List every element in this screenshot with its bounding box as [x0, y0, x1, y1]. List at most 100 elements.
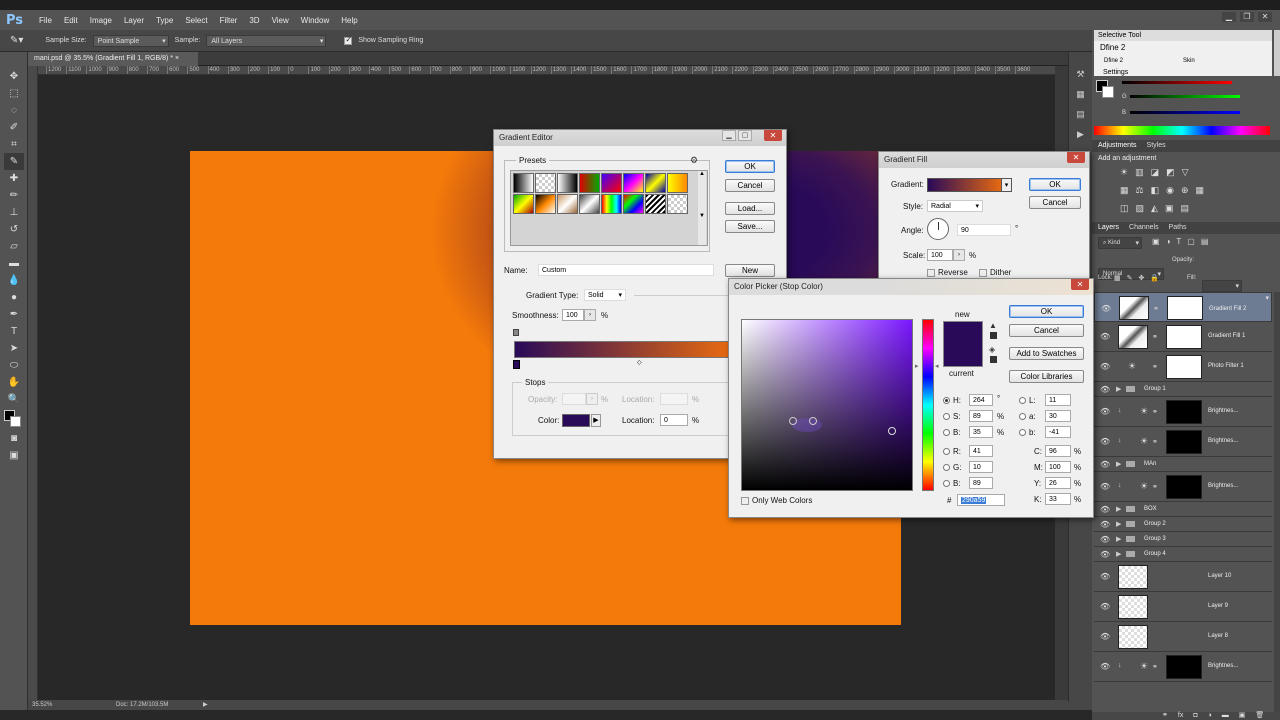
web-safe-swatch[interactable] — [990, 356, 997, 363]
layer-mask-thumbnail[interactable] — [1166, 325, 1202, 349]
paths-tab[interactable]: Paths — [1169, 222, 1187, 234]
visibility-eye-icon[interactable]: 👁 — [1100, 520, 1110, 529]
ge-minimize-icon[interactable]: ▁ — [722, 130, 736, 141]
history-brush-icon[interactable]: ↺ — [4, 221, 24, 238]
visibility-eye-icon[interactable]: 👁 — [1100, 535, 1110, 544]
gf-reverse-checkbox[interactable] — [927, 269, 935, 277]
preset-swatch[interactable] — [557, 194, 578, 214]
layer-mask-thumbnail[interactable] — [1166, 655, 1202, 679]
k-input[interactable]: 33 — [1045, 493, 1071, 505]
b-input[interactable]: 35 — [969, 426, 993, 438]
h-radio[interactable] — [943, 397, 950, 404]
dfine-tab[interactable]: Dfine 2 — [1104, 58, 1123, 64]
opacity-field[interactable] — [1202, 280, 1242, 292]
cp-cancel-button[interactable]: Cancel — [1009, 324, 1084, 337]
cp-close-icon[interactable]: ✕ — [1071, 279, 1089, 290]
eyedropper-tool-icon[interactable]: ✎ — [4, 153, 24, 170]
layer-row[interactable]: 👁 ☀ ⚭ Photo Filter 1 — [1094, 352, 1272, 382]
ge-opacity-location-input[interactable] — [660, 393, 688, 405]
pen-tool-icon[interactable]: ✒ — [4, 306, 24, 323]
menu-window[interactable]: Window — [295, 16, 335, 25]
b-slider[interactable] — [1130, 111, 1240, 114]
g-slider[interactable] — [1130, 95, 1240, 98]
quick-select-tool-icon[interactable]: ✐ — [4, 119, 24, 136]
menu-type[interactable]: Type — [150, 16, 179, 25]
selective-scrollbar[interactable] — [1274, 30, 1280, 76]
blue-radio[interactable] — [943, 480, 950, 487]
ge-load-button[interactable]: Load... — [725, 202, 775, 215]
s-input[interactable]: 89 — [969, 410, 993, 422]
tab-close-icon[interactable]: × — [175, 55, 179, 62]
chain-link-icon[interactable]: ⚭ — [1153, 304, 1159, 315]
document-tab[interactable]: mani.psd @ 35.5% (Gradient Fill 1, RGB/8… — [28, 52, 198, 66]
move-tool-icon[interactable]: ✥ — [4, 68, 24, 85]
chain-link-icon[interactable]: ⚭ — [1152, 363, 1158, 371]
adjust-layer-icon[interactable]: ◑ — [1208, 712, 1212, 720]
skin-tab[interactable]: Skin — [1183, 58, 1195, 64]
l-input[interactable]: 11 — [1045, 394, 1071, 406]
actions-icon[interactable]: ▶ — [1069, 129, 1092, 146]
gf-cancel-button[interactable]: Cancel — [1029, 196, 1081, 209]
ge-opacity-input[interactable] — [562, 393, 586, 405]
layer-row[interactable]: 👁 ⚭ Gradient Fill 2 — [1094, 292, 1272, 322]
show-sampling-ring-checkbox[interactable] — [344, 35, 353, 45]
hue-slider-right-arrow-icon[interactable]: ◂ — [935, 362, 939, 370]
gf-angle-dial[interactable] — [927, 218, 949, 240]
layer-row[interactable]: ↓ 👁 ☀ ⚭ Brightnes... — [1094, 397, 1272, 427]
zoom-tool-icon[interactable]: 🔍 — [4, 391, 24, 408]
brightness-icon[interactable]: ☀ — [1120, 167, 1128, 178]
shape-tool-icon[interactable]: ⬭ — [4, 357, 24, 374]
r-radio[interactable] — [943, 448, 950, 455]
menu-edit[interactable]: Edit — [58, 16, 84, 25]
levels-icon[interactable]: ▥ — [1135, 167, 1144, 178]
group-expand-arrow-icon[interactable]: ▶ — [1116, 520, 1121, 528]
visibility-eye-icon[interactable]: 👁 — [1100, 550, 1110, 559]
layers-tab[interactable]: Layers — [1098, 222, 1119, 234]
ge-save-button[interactable]: Save... — [725, 220, 775, 233]
mask-icon[interactable]: ◘ — [1193, 712, 1197, 720]
out-of-gamut-warning-icon[interactable]: ▲ — [989, 321, 997, 330]
visibility-eye-icon[interactable]: 👁 — [1100, 662, 1110, 671]
ge-cancel-button[interactable]: Cancel — [725, 179, 775, 192]
quick-mask-icon[interactable]: ◙ — [4, 430, 24, 447]
lab-b-radio[interactable] — [1019, 429, 1026, 436]
ge-location-input[interactable]: 0 — [660, 414, 688, 426]
preset-swatch[interactable] — [513, 194, 534, 214]
history-icon[interactable]: ▤ — [1069, 109, 1092, 126]
hex-input[interactable]: 290a59 — [957, 494, 1005, 506]
layer-group[interactable]: 👁 ▶ BOX — [1094, 502, 1272, 517]
smart-filter-icon[interactable]: ▤ — [1201, 237, 1209, 246]
selective-color-icon[interactable]: ▣ — [1165, 203, 1174, 214]
color-lookup-icon[interactable]: ▦ — [1196, 185, 1205, 196]
preset-swatch[interactable] — [579, 194, 600, 214]
a-input[interactable]: 30 — [1045, 410, 1071, 422]
gf-style-select[interactable]: Radial ▾ — [927, 200, 983, 212]
color-stop-handle-left[interactable] — [513, 360, 520, 369]
trash-icon[interactable]: 🗑 — [1255, 712, 1264, 720]
preset-swatch[interactable] — [623, 194, 644, 214]
screen-mode-icon[interactable]: ▣ — [4, 447, 24, 464]
settings-button[interactable]: Settings — [1100, 69, 1132, 76]
color-spectrum[interactable] — [1094, 126, 1270, 135]
gradient-fill-close-icon[interactable]: ✕ — [1067, 152, 1085, 163]
link-icon[interactable]: ⚭ — [1162, 712, 1168, 720]
bw-icon[interactable]: ◧ — [1151, 185, 1160, 196]
presets-gear-icon[interactable]: ⚙ — [690, 155, 698, 166]
c-input[interactable]: 96 — [1045, 445, 1071, 457]
midpoint-diamond-icon[interactable]: ◇ — [637, 359, 642, 366]
dodge-tool-icon[interactable]: ● — [4, 289, 24, 306]
gf-gradient-dropdown-icon[interactable]: ▾ — [1001, 178, 1012, 192]
type-tool-icon[interactable]: T — [4, 323, 24, 340]
hue-slider[interactable] — [922, 319, 934, 491]
layer-mask-thumbnail[interactable] — [1167, 296, 1203, 320]
healing-tool-icon[interactable]: ✚ — [4, 170, 24, 187]
y-input[interactable]: 26 — [1045, 477, 1071, 489]
g-input[interactable]: 10 — [969, 461, 993, 473]
current-color-swatch[interactable] — [943, 344, 983, 367]
layer-group[interactable]: 👁 ▶ Group 3 — [1094, 532, 1272, 547]
preset-swatch[interactable] — [513, 173, 534, 193]
crop-tool-icon[interactable]: ⌗ — [4, 136, 24, 153]
visibility-eye-icon[interactable]: 👁 — [1100, 407, 1110, 416]
ge-color-arrow-icon[interactable]: ▶ — [591, 414, 601, 427]
preset-swatch[interactable] — [667, 173, 688, 193]
